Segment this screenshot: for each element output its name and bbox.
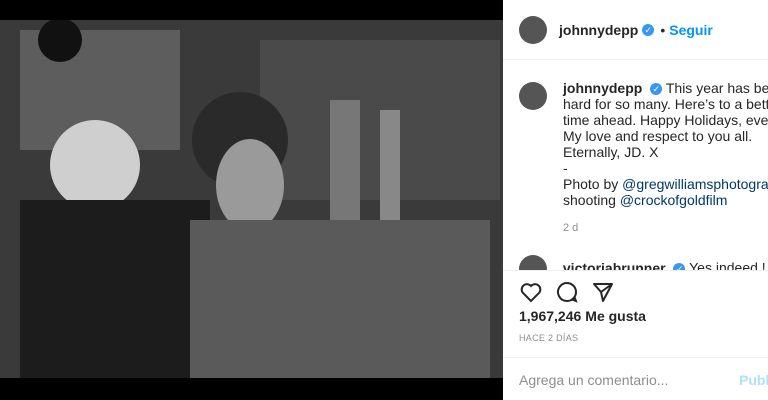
username-link[interactable]: johnnydepp [559,22,638,38]
post-time[interactable]: HACE 2 DÍAS [519,333,578,343]
caption-line-2: hard for so many. Here’s to a better [563,96,768,112]
actions-bar: 1,967,246 Me gusta HACE 2 DÍAS Agrega un … [503,270,768,400]
caption-line-1: This year has been s [665,80,768,96]
likes-count[interactable]: 1,967,246 Me gusta [519,308,646,324]
caption-text: johnnydepp ✓ This year has been s hard f… [563,80,768,208]
caption-line-4: My love and respect to you all. [563,128,753,144]
post-photo[interactable] [0,20,503,378]
caption-username[interactable]: johnnydepp [563,80,642,96]
separator-dot: • [660,21,666,38]
follow-button[interactable]: Seguir [669,22,713,38]
caption: johnnydepp ✓ This year has been s hard f… [519,80,768,234]
post-header: johnnydepp ✓ • Seguir [503,0,768,60]
action-icons [519,280,615,304]
caption-age[interactable]: 2 d [563,222,768,234]
caption-line-5: Eternally, JD. X [563,144,659,160]
film-link[interactable]: @crockofgoldfilm [620,192,728,208]
likes-number: 1,967,246 [519,308,582,324]
comment-input[interactable]: Agrega un comentario... [519,372,668,388]
verified-badge-icon: ✓ [642,23,655,36]
caption-verified-badge-icon: ✓ [650,83,663,96]
add-comment-bar: Agrega un comentario... Publi [503,357,768,400]
heart-icon[interactable] [519,280,543,304]
caption-line-3: time ahead. Happy Holidays, everyo [563,112,768,128]
caption-line-6: - [563,160,568,176]
likes-label: Me gusta [585,308,646,324]
publish-button[interactable]: Publi [739,372,768,388]
post-sidebar: johnnydepp ✓ • Seguir johnnydepp ✓ This … [503,0,768,400]
share-icon[interactable] [591,280,615,304]
comment-icon[interactable] [555,280,579,304]
photographer-link[interactable]: @gregwilliamsphotograph [622,176,768,192]
caption-line-7: Photo by [563,176,623,192]
caption-line-8: shooting [563,192,620,208]
caption-avatar[interactable] [519,82,547,110]
avatar[interactable] [519,15,547,44]
